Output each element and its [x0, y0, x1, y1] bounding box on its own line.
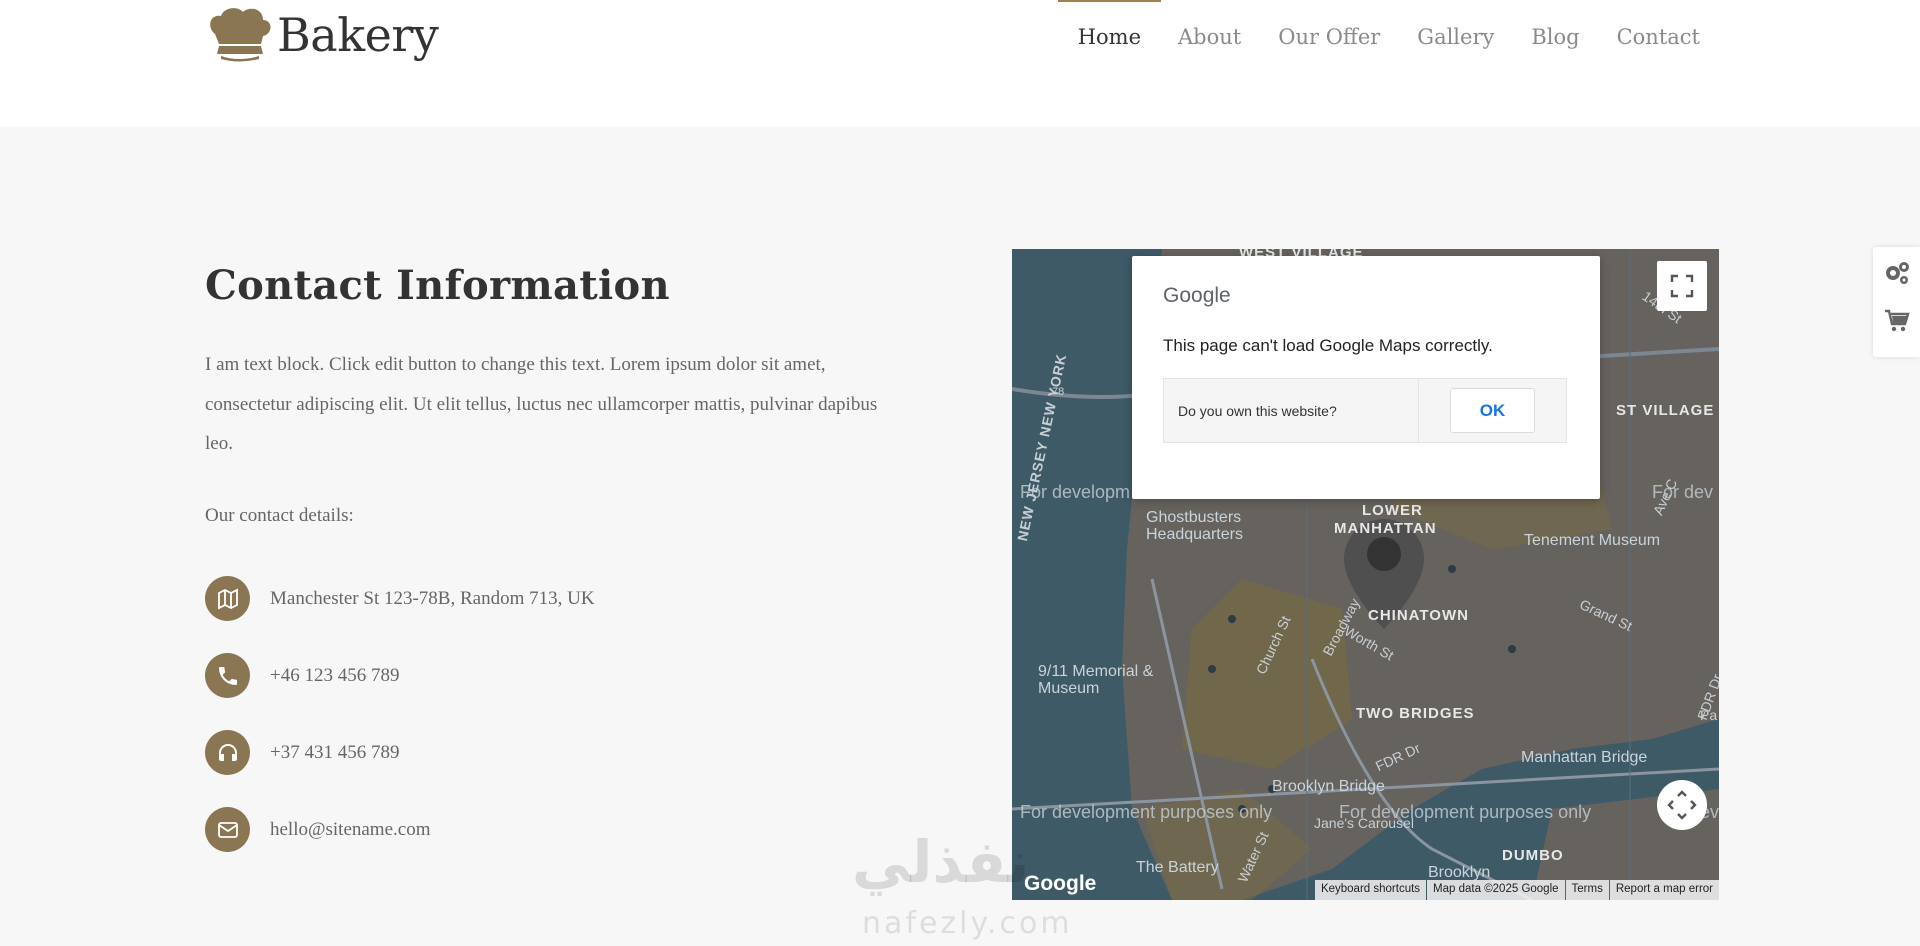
- fullscreen-button[interactable]: [1657, 261, 1707, 311]
- contact-row-support: +37 431 456 789: [205, 730, 399, 775]
- contact-row-phone: +46 123 456 789: [205, 653, 399, 698]
- map-data-text: Map data ©2025 Google: [1427, 880, 1565, 900]
- contact-title: Contact Information: [205, 262, 670, 309]
- address-text: Manchester St 123-78B, Random 713, UK: [270, 587, 595, 609]
- phone-text[interactable]: +46 123 456 789: [270, 665, 399, 687]
- report-error-link[interactable]: Report a map error: [1609, 880, 1719, 900]
- google-map-logo: Google: [1024, 872, 1097, 895]
- keyboard-shortcuts-link[interactable]: Keyboard shortcuts: [1314, 880, 1427, 900]
- watermark-arabic: نفذلي: [852, 828, 1030, 896]
- map-camera-control[interactable]: [1657, 780, 1707, 830]
- map-footer: Keyboard shortcuts Map data ©2025 Google…: [1314, 880, 1719, 900]
- dev-watermark-right: For development purposes only: [1339, 802, 1592, 822]
- dev-watermark-left: For development purposes only: [1020, 802, 1273, 822]
- map-label-tenement: Tenement Museum: [1524, 532, 1661, 549]
- site-watermark: نفذلي nafezly.com: [852, 828, 1070, 941]
- map-label-east-village: ST VILLAGE: [1616, 402, 1715, 419]
- map-label-two-bridges: TWO BRIDGES: [1356, 705, 1475, 722]
- map-label-brooklyn-bridge: Brooklyn Bridge: [1272, 778, 1385, 795]
- map-label-battery: The Battery: [1136, 859, 1219, 876]
- google-map[interactable]: WEST VILLAGE ST VILLAGE LOWER MANHATTAN …: [1012, 249, 1719, 900]
- chef-hat-icon: [210, 8, 271, 62]
- fullscreen-icon: [1670, 274, 1694, 298]
- side-tools-panel: [1873, 247, 1920, 357]
- watermark-latin: nafezly.com: [862, 906, 1073, 941]
- error-message: This page can't load Google Maps correct…: [1163, 336, 1493, 355]
- phone-icon: [205, 653, 250, 698]
- site-header: Bakery Home About Our Offer Gallery Blog…: [0, 0, 1920, 73]
- map-icon: [205, 576, 250, 621]
- map-label-manhattan-bridge: Manhattan Bridge: [1521, 749, 1648, 766]
- contact-subtitle: Our contact details:: [205, 505, 354, 526]
- ok-wrapper: OK: [1419, 379, 1566, 442]
- logo[interactable]: Bakery: [205, 6, 439, 64]
- own-website-link[interactable]: Do you own this website?: [1164, 379, 1419, 442]
- envelope-icon: [205, 807, 250, 852]
- main-nav: Home About Our Offer Gallery Blog Contac…: [1041, 0, 1700, 73]
- nav-about[interactable]: About: [1178, 0, 1241, 73]
- dialog-action-box: Do you own this website? OK: [1163, 378, 1567, 443]
- headphones-icon: [205, 730, 250, 775]
- ok-button[interactable]: OK: [1450, 388, 1535, 433]
- nav-blog[interactable]: Blog: [1531, 0, 1579, 73]
- map-label-route-78: 78: [1052, 386, 1065, 398]
- map-label-lower: LOWER: [1362, 502, 1423, 519]
- map-label-dumbo: DUMBO: [1502, 847, 1564, 864]
- dev-watermark-top-left: For developm: [1020, 482, 1131, 502]
- brand-name: Bakery: [277, 8, 439, 62]
- terms-link[interactable]: Terms: [1565, 880, 1609, 900]
- header-strip: [0, 73, 1920, 127]
- map-label-manhattan: MANHATTAN: [1334, 520, 1437, 537]
- contact-row-email: hello@sitename.com: [205, 807, 430, 852]
- cart-icon[interactable]: [1883, 307, 1911, 335]
- nav-our-offer[interactable]: Our Offer: [1278, 0, 1380, 73]
- settings-icon[interactable]: [1883, 259, 1911, 287]
- nav-contact[interactable]: Contact: [1617, 0, 1700, 73]
- google-logo: Google: [1163, 284, 1231, 307]
- contact-text: I am text block. Click edit button to ch…: [205, 354, 878, 454]
- maps-error-dialog: Google This page can't load Google Maps …: [1132, 256, 1600, 499]
- map-label-memorial: 9/11 Memorial & Museum: [1038, 663, 1154, 697]
- move-arrows-icon: [1667, 790, 1697, 820]
- map-label-chinatown: CHINATOWN: [1368, 607, 1469, 624]
- dev-watermark-top-right: For dev: [1652, 482, 1714, 502]
- map-label-pa: Pa: [1700, 707, 1718, 723]
- contact-row-address: Manchester St 123-78B, Random 713, UK: [205, 576, 595, 621]
- support-phone-text[interactable]: +37 431 456 789: [270, 742, 399, 764]
- email-text[interactable]: hello@sitename.com: [270, 819, 430, 841]
- nav-gallery[interactable]: Gallery: [1417, 0, 1494, 73]
- map-label-ghostbusters: Ghostbusters Headquarters: [1146, 509, 1243, 543]
- nav-home[interactable]: Home: [1057, 0, 1162, 73]
